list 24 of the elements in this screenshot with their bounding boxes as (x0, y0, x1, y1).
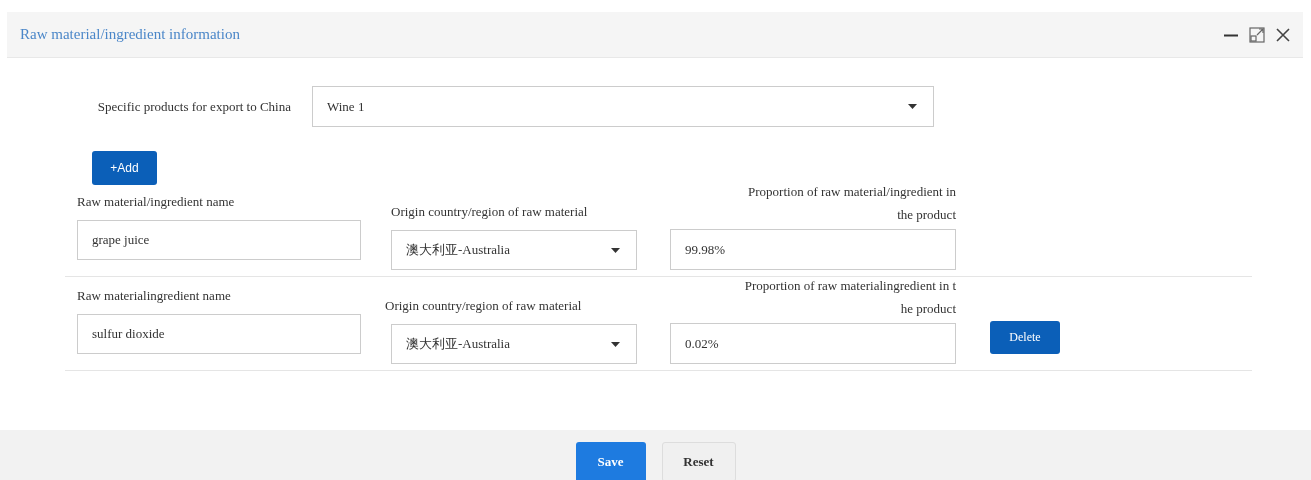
name-field[interactable]: sulfur dioxide (77, 314, 361, 354)
delete-button[interactable]: Delete (990, 321, 1060, 354)
field-label: Specific products for export to China (96, 98, 292, 115)
field-label: Proportion of raw material/ingredient in the product (747, 183, 956, 224)
field-label: Origin country/region of raw material (391, 203, 589, 221)
product-select[interactable]: Wine 1 (312, 86, 934, 127)
name-field[interactable]: grape juice (77, 220, 361, 260)
origin-select[interactable]: 澳大利亚-Australia (391, 230, 637, 270)
add-button[interactable]: +Add (92, 151, 157, 185)
field-label: Proportion of raw materialingredient in t he product (743, 277, 956, 318)
proportion-field[interactable]: 0.02% (670, 323, 956, 364)
caret-icon (611, 247, 620, 253)
maximize-icon[interactable] (1249, 26, 1265, 43)
caret-icon (908, 104, 917, 109)
proportion-field[interactable]: 99.98% (670, 229, 956, 270)
origin-select[interactable]: 澳大利亚-Australia (391, 324, 637, 364)
dialog-title: Raw material/ingredient information (20, 26, 240, 43)
field-label: Raw materialingredient name (77, 287, 232, 305)
field-label: Raw material/ingredient name (77, 193, 236, 211)
field-label: Origin country/region of raw material (385, 297, 583, 315)
save-button[interactable]: Save (575, 442, 646, 480)
reset-button[interactable]: Reset (661, 442, 736, 480)
close-icon[interactable] (1275, 26, 1291, 43)
caret-icon (611, 341, 620, 347)
